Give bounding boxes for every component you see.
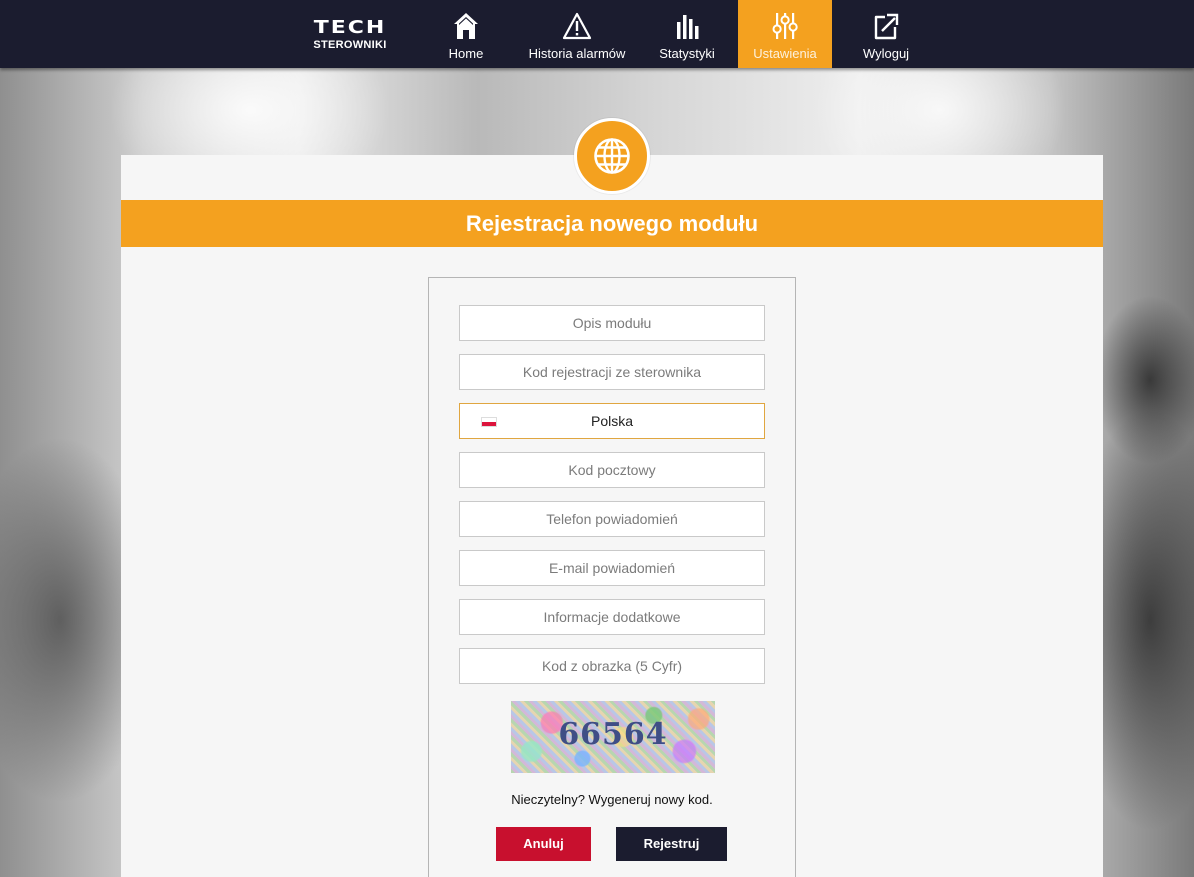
nav-item-home[interactable]: Home [441,0,491,68]
logout-icon [850,12,922,42]
poland-flag-icon [481,417,497,427]
nav-item-settings[interactable]: Ustawienia [738,0,832,68]
nav-item-logout[interactable]: Wyloguj [850,0,922,68]
alarm-triangle-icon [517,12,637,42]
captcha-code-field[interactable] [459,648,765,684]
logo-main-text: TECH [313,17,387,38]
cancel-button[interactable]: Anuluj [496,827,591,861]
captcha-image-text: 66564 [558,717,668,752]
globe-icon [594,138,630,174]
home-icon [441,12,491,42]
sliders-icon [738,12,832,42]
top-navigation-bar: TECH STEROWNIKI Home Historia alarmów St… [0,0,1194,68]
country-select[interactable]: Polska [459,403,765,439]
nav-item-statistics[interactable]: Statystyki [650,0,724,68]
additional-info-field[interactable] [459,599,765,635]
country-select-value: Polska [590,413,634,429]
nav-label-home: Home [448,46,484,61]
postal-code-field[interactable] [459,452,765,488]
register-button[interactable]: Rejestruj [616,827,727,861]
captcha-image: 66564 [511,701,715,773]
nav-label-logout: Wyloguj [862,46,910,61]
notification-phone-field[interactable] [459,501,765,537]
additional-info-input[interactable] [460,600,764,634]
module-description-input[interactable] [460,306,764,340]
notification-phone-input[interactable] [460,502,764,536]
notification-email-input[interactable] [460,551,764,585]
captcha-code-input[interactable] [460,649,764,683]
module-description-field[interactable] [459,305,765,341]
globe-badge [574,118,650,194]
panel-header: Rejestracja nowego modułu [121,200,1103,247]
notification-email-field[interactable] [459,550,765,586]
nav-label-alarm-history: Historia alarmów [528,46,626,61]
tech-logo[interactable]: TECH STEROWNIKI [300,17,400,57]
nav-label-statistics: Statystyki [659,46,715,61]
bar-chart-icon [650,12,724,42]
postal-code-input[interactable] [460,453,764,487]
nav-item-alarm-history[interactable]: Historia alarmów [517,0,637,68]
registration-code-field[interactable] [459,354,765,390]
regenerate-captcha-link[interactable]: Nieczytelny? Wygeneruj nowy kod. [428,792,796,807]
page-title: Rejestracja nowego modułu [465,211,759,236]
logo-sub-text: STEROWNIKI [313,39,387,51]
registration-code-input[interactable] [460,355,764,389]
nav-label-settings: Ustawienia [753,46,817,61]
